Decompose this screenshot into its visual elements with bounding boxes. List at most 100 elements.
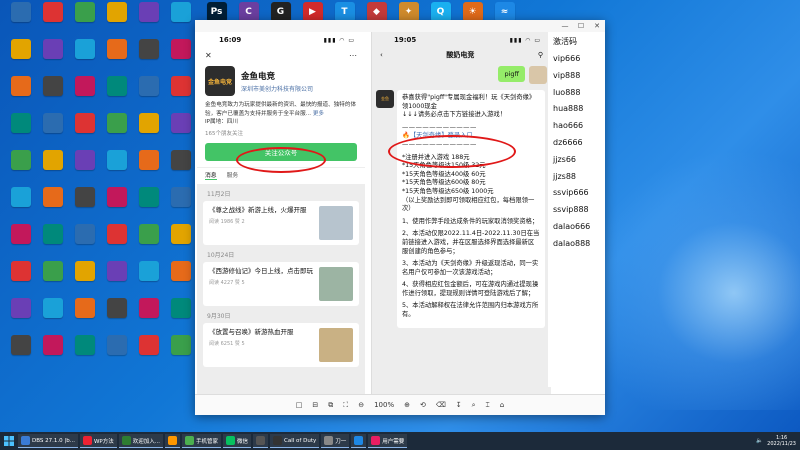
desktop-icon[interactable] — [100, 2, 133, 39]
taskbar-app[interactable] — [165, 434, 180, 448]
taskbar-app[interactable] — [253, 434, 269, 448]
desktop-icon[interactable] — [164, 150, 197, 187]
taskbar-app[interactable]: 欢迎加入... — [118, 434, 163, 448]
desktop-icon[interactable] — [100, 150, 133, 187]
more-icon[interactable]: ⋯ — [349, 51, 357, 60]
start-button[interactable] — [0, 432, 18, 450]
desktop-icon[interactable] — [164, 298, 197, 335]
tab-messages[interactable]: 消息 — [205, 170, 217, 180]
desktop-icon[interactable] — [4, 224, 37, 261]
desktop-icon[interactable] — [100, 335, 133, 372]
toolbar-icon[interactable]: ⊟ — [312, 401, 318, 409]
toolbar-icon[interactable]: ⟲ — [420, 401, 426, 409]
desktop-icon[interactable] — [36, 261, 69, 298]
message-card[interactable]: 《放置与召唤》新游热血开服 阅读 6251 赞 5 — [203, 322, 359, 367]
desktop-icon[interactable] — [36, 2, 69, 39]
desktop-icon[interactable] — [164, 76, 197, 113]
toolbar-icon[interactable]: ⌂ — [500, 401, 504, 409]
back-icon[interactable]: ‹ — [380, 51, 383, 59]
taskbar-app[interactable]: WP方法 — [79, 434, 117, 448]
desktop-icon[interactable] — [4, 113, 37, 150]
desktop-icon[interactable] — [4, 187, 37, 224]
desktop-icon[interactable] — [4, 76, 37, 113]
desktop-icon[interactable] — [164, 224, 197, 261]
toolbar-icon[interactable]: ⌫ — [436, 401, 446, 409]
desktop-icon[interactable] — [36, 224, 69, 261]
profile-icon[interactable]: ⚲ — [538, 51, 543, 59]
desktop-icon[interactable] — [132, 2, 165, 39]
desktop-icon[interactable] — [132, 298, 165, 335]
close-icon[interactable]: ✕ — [205, 51, 212, 60]
desktop-icon[interactable] — [4, 261, 37, 298]
desktop-icon[interactable] — [4, 39, 37, 76]
desktop-icon[interactable] — [68, 335, 101, 372]
company-name[interactable]: 深圳市美创力科技有限公司 — [241, 84, 313, 93]
minimize-button[interactable]: — — [557, 22, 573, 30]
clock[interactable]: 1:16 2022/11/23 — [767, 435, 796, 447]
taskbar-app[interactable]: Call of Duty — [270, 434, 320, 448]
desktop-icon[interactable] — [68, 150, 101, 187]
toolbar-icon[interactable]: ⛶ — [343, 401, 348, 410]
desktop-icon[interactable] — [132, 150, 165, 187]
taskbar-app[interactable]: 手机管家 — [182, 434, 222, 448]
maximize-button[interactable]: ☐ — [573, 22, 589, 30]
desktop-icon[interactable] — [68, 76, 101, 113]
desktop-icon[interactable] — [4, 335, 37, 372]
desktop-icon[interactable] — [4, 298, 37, 335]
desktop-icon[interactable] — [68, 113, 101, 150]
desktop-icon[interactable] — [100, 76, 133, 113]
toolbar-icon[interactable]: ⧉ — [328, 401, 333, 410]
desktop-icon[interactable] — [164, 261, 197, 298]
taskbar-app[interactable] — [351, 434, 367, 448]
desktop-icon[interactable] — [100, 224, 133, 261]
desktop-icon[interactable] — [164, 39, 197, 76]
desktop-icon[interactable] — [36, 113, 69, 150]
desktop-icon[interactable] — [68, 187, 101, 224]
desktop-icon[interactable] — [132, 224, 165, 261]
desktop-icon[interactable] — [164, 113, 197, 150]
desktop-icon[interactable] — [100, 187, 133, 224]
desktop-icon[interactable] — [36, 39, 69, 76]
toolbar-icon[interactable]: ⌕ — [472, 401, 476, 410]
desktop-icon[interactable] — [132, 39, 165, 76]
desktop-icon[interactable] — [132, 261, 165, 298]
close-button[interactable]: ✕ — [589, 22, 605, 30]
toolbar-icon[interactable]: □ — [296, 401, 303, 409]
message-card[interactable]: 《西游修仙记》今日上线，点击即玩 阅读 4227 赞 5 — [203, 261, 359, 306]
desktop-icon[interactable] — [164, 335, 197, 372]
desktop-icon[interactable] — [36, 298, 69, 335]
desktop-icon[interactable] — [100, 113, 133, 150]
toolbar-icon[interactable]: ⊕ — [404, 401, 410, 409]
desktop-icon[interactable] — [100, 39, 133, 76]
desktop-icon[interactable] — [132, 187, 165, 224]
tab-services[interactable]: 服务 — [227, 170, 239, 180]
taskbar-app[interactable]: 用户需要 — [368, 434, 408, 448]
desktop-icon[interactable] — [4, 2, 37, 39]
desktop-icon[interactable] — [68, 298, 101, 335]
desktop-icon[interactable] — [68, 2, 101, 39]
desktop-icon[interactable] — [36, 76, 69, 113]
toolbar-icon[interactable]: ⌶ — [486, 401, 490, 410]
desktop-icon[interactable] — [132, 335, 165, 372]
desktop-icon[interactable] — [132, 113, 165, 150]
desktop-icon[interactable] — [100, 261, 133, 298]
desktop-icon[interactable] — [36, 150, 69, 187]
taskbar-app[interactable]: DBS 27.1.0 |b... — [18, 434, 78, 448]
desktop-icon[interactable] — [36, 187, 69, 224]
toolbar-icon[interactable]: ↧ — [456, 401, 462, 409]
desktop-icon[interactable] — [4, 150, 37, 187]
desktop-icon[interactable] — [36, 335, 69, 372]
desktop-icon[interactable] — [68, 224, 101, 261]
more-link[interactable]: 更多 — [313, 111, 324, 117]
message-card[interactable]: 《尊之战线》新游上线，火爆开服 阅读 1986 赞 2 — [203, 200, 359, 245]
desktop-icon[interactable] — [164, 2, 197, 39]
desktop-icon[interactable] — [100, 298, 133, 335]
toolbar-icon[interactable]: ⊖ — [358, 401, 364, 409]
desktop-icon[interactable] — [164, 187, 197, 224]
desktop-icon[interactable] — [68, 39, 101, 76]
desktop-icon[interactable] — [132, 76, 165, 113]
taskbar-app[interactable]: 刀一 — [321, 434, 350, 448]
taskbar-app[interactable]: 微信 — [223, 434, 252, 448]
desktop-icon[interactable] — [68, 261, 101, 298]
volume-icon[interactable]: 🔈 — [756, 438, 763, 444]
